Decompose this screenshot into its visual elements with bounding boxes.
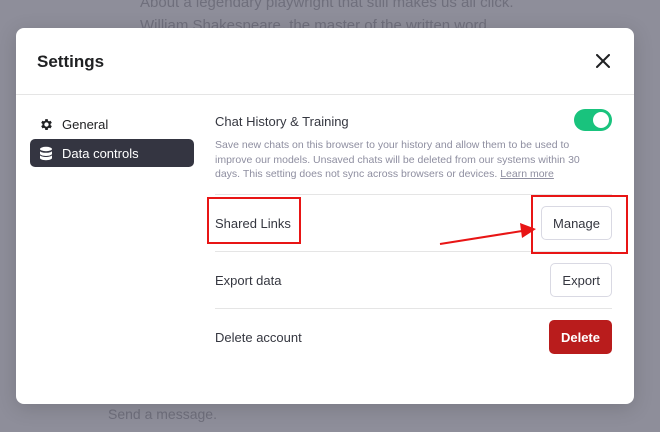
- sidebar-item-data-controls[interactable]: Data controls: [30, 139, 194, 167]
- modal-header: Settings: [16, 28, 634, 95]
- modal-title: Settings: [37, 52, 105, 71]
- chat-history-title: Chat History & Training: [215, 114, 349, 129]
- chat-history-toggle[interactable]: [574, 109, 612, 131]
- export-data-label: Export data: [215, 273, 282, 288]
- settings-sidebar: General Data controls: [30, 110, 194, 167]
- delete-account-label: Delete account: [215, 330, 302, 345]
- delete-account-row: Delete account Delete: [215, 309, 612, 365]
- chat-history-row: Chat History & Training Save new chats o…: [215, 94, 612, 195]
- close-button[interactable]: [592, 50, 614, 72]
- close-icon: [596, 54, 610, 68]
- background-text-line-1: About a legendary playwright that still …: [140, 0, 514, 11]
- export-data-row: Export data Export: [215, 252, 612, 309]
- export-button[interactable]: Export: [550, 263, 612, 297]
- shared-links-highlight: [207, 197, 301, 244]
- database-icon: [38, 145, 54, 161]
- sidebar-item-general[interactable]: General: [30, 110, 194, 138]
- learn-more-link[interactable]: Learn more: [500, 168, 554, 180]
- message-input-placeholder: Send a message.: [108, 406, 217, 422]
- chat-history-description: Save new chats on this browser to your h…: [215, 138, 607, 182]
- delete-button[interactable]: Delete: [548, 320, 612, 354]
- gear-icon: [38, 116, 54, 132]
- sidebar-item-label: Data controls: [62, 145, 139, 161]
- manage-button-highlight: [531, 195, 628, 254]
- toggle-knob: [593, 112, 609, 128]
- sidebar-item-label: General: [62, 116, 109, 132]
